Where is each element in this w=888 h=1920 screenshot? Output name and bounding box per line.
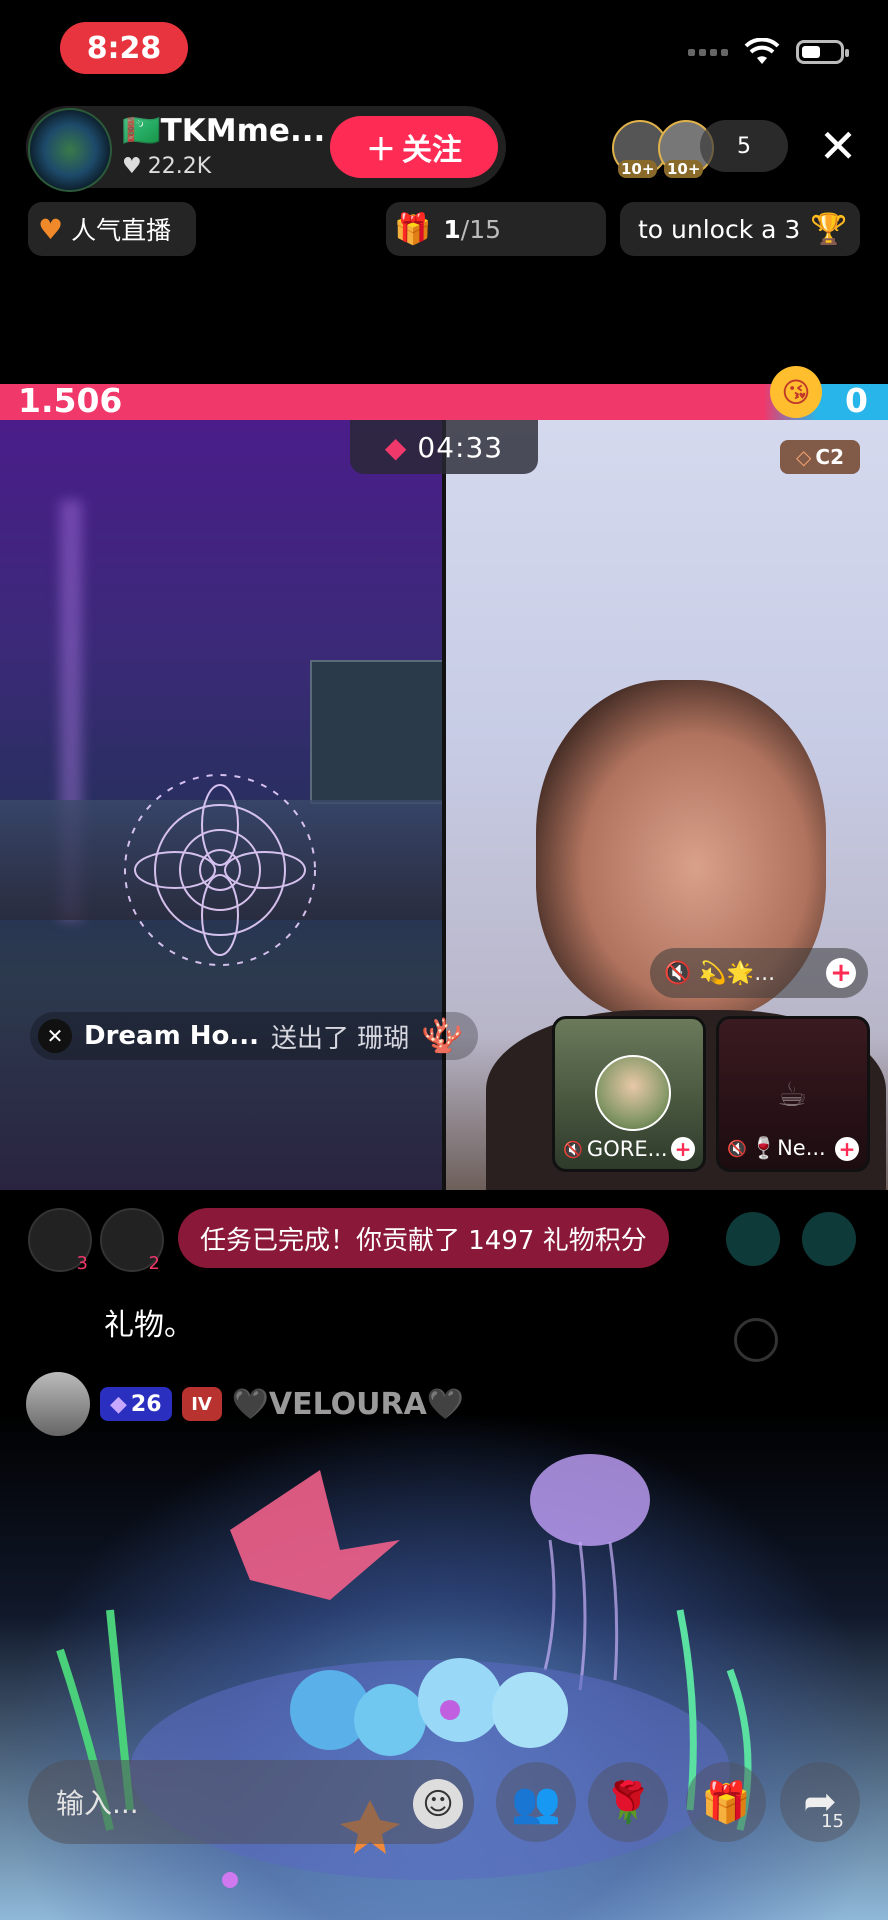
task-complete-banner: 任务已完成！你贡献了 1497 礼物积分: [178, 1208, 669, 1268]
status-icons: [688, 38, 849, 66]
unlock-chip[interactable]: to unlock a 3 🏆: [620, 202, 860, 256]
left-stream-video[interactable]: [0, 420, 442, 1190]
unlock-label: to unlock a 3: [638, 214, 801, 244]
popular-live-label: 人气直播: [71, 216, 172, 245]
guest-tile[interactable]: 🔇 GORE... +: [552, 1016, 706, 1172]
guest-name: GORE...: [586, 1137, 667, 1161]
battery-icon: [796, 40, 849, 64]
fan-badge: IV: [181, 1387, 222, 1421]
guest-tile[interactable]: ☕ 🔇 🍷Ne... +: [716, 1016, 870, 1172]
host-name[interactable]: 🇹🇲TKMme...: [122, 112, 325, 149]
mute-icon: 🔇: [664, 960, 692, 986]
follow-button[interactable]: ＋ 关注: [330, 116, 498, 178]
trophy-icon: 🏆: [810, 211, 848, 247]
empty-seat-icon[interactable]: [726, 1212, 780, 1266]
battle-timer: ◆ 04:33: [350, 420, 538, 474]
add-guest-button[interactable]: +: [826, 958, 856, 988]
guest-strip[interactable]: 🔇 💫🌟... +: [650, 948, 868, 998]
coral-icon: 🪸: [421, 1016, 464, 1056]
host-avatar[interactable]: [28, 108, 112, 192]
progress-current: 1: [443, 214, 461, 244]
viewer-badge: 10+: [618, 160, 658, 178]
empty-seat-icon[interactable]: [802, 1212, 856, 1266]
gift-box-icon: 🎁: [701, 1779, 751, 1826]
add-guest-button[interactable]: +: [671, 1137, 695, 1161]
seat-count: 2: [148, 1253, 160, 1274]
battle-score-bar: [0, 384, 888, 420]
seat-avatar[interactable]: 3: [28, 1208, 92, 1274]
gift-sender: Dream Ho...: [84, 1021, 259, 1051]
heart-icon: ♥: [122, 154, 142, 179]
diamond-icon: ◆: [110, 1391, 127, 1417]
diamond-icon: ◇: [796, 445, 812, 469]
user-avatar[interactable]: [26, 1372, 90, 1436]
level-badge: ◆ 26: [100, 1387, 172, 1421]
add-guest-button[interactable]: +: [835, 1136, 859, 1161]
host-likes: ♥ 22.2K: [122, 154, 211, 179]
battle-icon: ◆: [384, 430, 408, 464]
progress-total: /15: [460, 214, 501, 244]
rose-icon: 🌹: [603, 1779, 653, 1826]
rose-gift-button[interactable]: 🌹: [588, 1762, 668, 1842]
mute-icon: 🔇: [727, 1139, 747, 1158]
coffee-cup-icon: ☕: [777, 1075, 808, 1115]
viewer-count[interactable]: 5: [700, 120, 788, 172]
seat-avatar[interactable]: 2: [100, 1208, 164, 1274]
guest-name: 🍷Ne...: [750, 1136, 826, 1160]
viewer-badge: 10+: [664, 160, 704, 178]
guest-name-row: 🔇 GORE... +: [563, 1137, 695, 1161]
guest-avatar: [595, 1055, 671, 1131]
gift-action: 送出了 珊瑚: [270, 1023, 410, 1054]
follow-label: 关注: [402, 133, 462, 168]
mute-icon: 🔇: [563, 1139, 583, 1159]
loading-ring-icon: [734, 1318, 778, 1362]
multi-guest-button[interactable]: 👥: [496, 1762, 576, 1842]
heart-icon: ♥: [38, 212, 64, 246]
user-comment-row[interactable]: ◆ 26 IV 🖤VELOURA🖤: [26, 1372, 464, 1436]
share-count: 15: [821, 1811, 844, 1832]
smiley-icon: ☺: [413, 1779, 463, 1829]
close-icon[interactable]: ✕: [808, 116, 868, 176]
gift-button[interactable]: 🎁: [686, 1762, 766, 1842]
comment-input-placeholder: 输入...: [56, 1787, 139, 1820]
comment-text: 礼物。: [104, 1308, 194, 1343]
wifi-icon: [744, 38, 780, 64]
emoji-button[interactable]: ☺: [396, 1762, 480, 1846]
left-score: 1.506: [18, 381, 123, 420]
level-value: 26: [130, 1391, 162, 1417]
guest-strip-label: 💫🌟...: [699, 960, 776, 986]
status-time: 8:28: [60, 22, 188, 74]
mandala-icon: [124, 774, 316, 966]
guest-name-row: 🔇 🍷Ne... +: [727, 1136, 859, 1161]
signal-icon: [688, 48, 728, 56]
emoji-face-icon: 😘: [770, 366, 822, 418]
rank-badge[interactable]: ◇ C2: [780, 440, 860, 474]
gift-progress-chip[interactable]: 🎁 1/15: [386, 202, 606, 256]
right-score: 0: [845, 381, 868, 420]
host-likes-value: 22.2K: [147, 154, 212, 179]
share-button[interactable]: ➦ 15: [780, 1762, 860, 1842]
gift-notice: ✕ Dream Ho... 送出了 珊瑚 🪸: [30, 1012, 478, 1060]
timer-value: 04:33: [417, 430, 504, 464]
rank-label: C2: [815, 445, 844, 469]
seat-count: 3: [76, 1253, 88, 1274]
popular-live-chip[interactable]: ♥ 人气直播: [28, 202, 196, 256]
plus-icon: ＋: [366, 133, 396, 168]
top-viewers[interactable]: 10+ 10+: [612, 120, 714, 178]
people-icon: 👥: [511, 1779, 561, 1826]
sender-avatar-icon: ✕: [38, 1019, 72, 1053]
gift-icon: 🎁: [394, 211, 432, 247]
user-name[interactable]: 🖤VELOURA🖤: [232, 1387, 465, 1422]
